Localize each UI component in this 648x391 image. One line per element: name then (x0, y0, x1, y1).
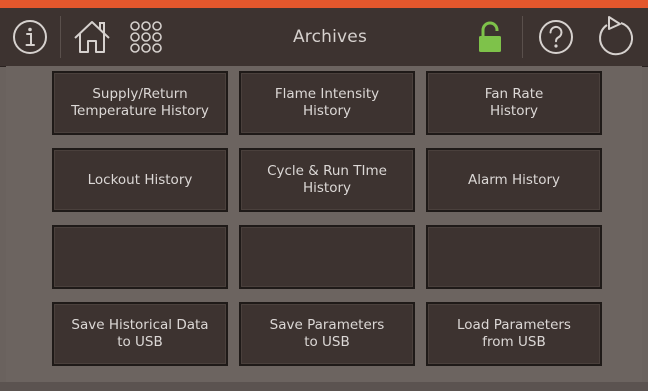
page-title: Archives (292, 27, 368, 47)
archives-panel: Supply/Return Temperature History Flame … (6, 66, 642, 382)
back-icon[interactable] (588, 8, 644, 66)
load-parameters-usb-button[interactable]: Load Parameters from USB (426, 302, 602, 366)
flame-intensity-history-button[interactable]: Flame Intensity History (239, 71, 415, 135)
empty-tile (239, 225, 415, 289)
accent-bar (0, 0, 648, 8)
menu-grid-icon[interactable] (124, 8, 168, 66)
empty-tile (52, 225, 228, 289)
header-divider (522, 16, 523, 58)
lockout-history-button[interactable]: Lockout History (52, 148, 228, 212)
unlock-icon[interactable] (470, 8, 510, 66)
info-icon[interactable] (6, 8, 54, 66)
header-bar: Archives (0, 8, 648, 67)
home-icon[interactable] (66, 8, 118, 66)
fan-rate-history-button[interactable]: Fan Rate History (426, 71, 602, 135)
header-divider (60, 16, 61, 58)
empty-tile (426, 225, 602, 289)
save-parameters-usb-button[interactable]: Save Parameters to USB (239, 302, 415, 366)
supply-return-temperature-history-button[interactable]: Supply/Return Temperature History (52, 71, 228, 135)
bottom-strip (0, 382, 648, 391)
alarm-history-button[interactable]: Alarm History (426, 148, 602, 212)
save-historical-data-usb-button[interactable]: Save Historical Data to USB (52, 302, 228, 366)
screen-frame: Archives Supply/Return Temperature Histo… (0, 0, 648, 391)
help-icon[interactable] (530, 8, 582, 66)
cycle-run-time-history-button[interactable]: Cycle & Run TIme History (239, 148, 415, 212)
